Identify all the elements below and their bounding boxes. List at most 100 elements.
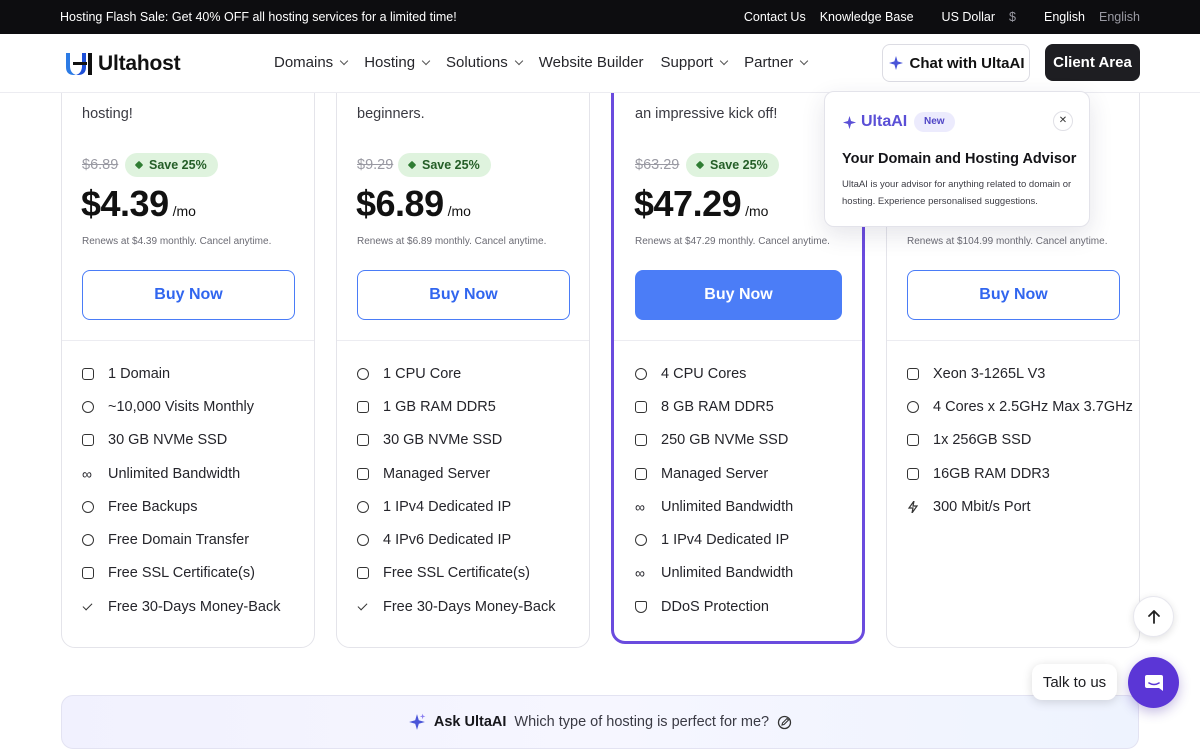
list-item: 1 IPv4 Dedicated IP [635,523,793,556]
domain-icon [82,367,94,380]
plan-card-2: beginners. $9.29 Save 25% $6.89/mo Renew… [336,60,590,648]
old-price: $9.29 [357,157,394,173]
cpu-icon [635,367,647,380]
list-item: Free Domain Transfer [82,523,280,556]
feature-text: Free Domain Transfer [108,532,250,549]
list-item: Free Backups [82,490,280,523]
list-item: 8 GB RAM DDR5 [635,390,793,423]
plan-tagline: beginners. [357,106,425,122]
nav-domains[interactable]: Domains [274,54,349,71]
chat-button-label: Chat with UltaAI [909,54,1025,72]
list-item: 1 GB RAM DDR5 [357,390,555,423]
feature-text: 250 GB NVMe SSD [661,432,789,449]
feature-text: 30 GB NVMe SSD [108,432,228,449]
price: $4.39/mo [81,183,196,225]
feature-text: Unlimited Bandwidth [661,498,794,515]
list-item: 1 CPU Core [357,357,555,390]
nav-label: Partner [744,54,794,71]
list-item: 16GB RAM DDR3 [907,457,1133,490]
old-price: $6.89 [82,157,119,173]
list-item: 4 CPU Cores [635,357,793,390]
talk-to-us-button[interactable]: Talk to us [1032,664,1117,700]
popup-heading: Your Domain and Hosting Advisor [842,151,1077,167]
ssd-icon [635,434,647,447]
ssd-icon [357,434,369,447]
chat-bubble-icon [1144,674,1163,691]
feature-text: Free Backups [108,498,198,515]
tools-icon [357,467,369,480]
renew-note: Renews at $47.29 monthly. Cancel anytime… [635,236,830,247]
renew-note: Renews at $4.39 monthly. Cancel anytime. [82,236,272,247]
top-links: Contact Us Knowledge Base US Dollar $ Eng… [730,10,1140,24]
list-item: Free SSL Certificate(s) [82,557,280,590]
divider [887,340,1139,341]
logo-mark-icon [66,53,92,75]
list-item: Managed Server [635,457,793,490]
list-item: 1 Domain [82,357,280,390]
new-badge: New [914,112,955,132]
feature-text: Unlimited Bandwidth [661,565,794,582]
sparkle-icon [842,115,857,129]
ask-label: Ask UltaAI [433,714,507,730]
main-header: Ultahost Domains Hosting Solutions Websi… [0,34,1200,93]
shield-icon [635,600,647,613]
cpu-icon [907,400,919,413]
feature-text: 16GB RAM DDR3 [933,465,1050,482]
ram-icon [907,467,919,480]
buy-now-button[interactable]: Buy Now [357,270,570,320]
chat-launcher-button[interactable] [1128,657,1179,708]
price: $6.89/mo [356,183,471,225]
logo[interactable]: Ultahost [64,51,181,77]
currency-selector[interactable]: US Dollar $ [928,10,1016,24]
feature-text: Managed Server [383,465,491,482]
list-item: 4 IPv6 Dedicated IP [357,523,555,556]
knowledge-base-link[interactable]: Knowledge Base [820,10,914,24]
feature-text: Free 30-Days Money-Back [383,598,556,615]
cloud-backup-icon [82,500,94,513]
list-item: Free SSL Certificate(s) [357,557,555,590]
close-icon[interactable]: ✕ [1053,111,1073,131]
feature-text: 300 Mbit/s Port [933,498,1031,515]
scroll-to-top-button[interactable] [1133,596,1174,637]
feature-text: 1x 256GB SSD [933,432,1032,449]
feature-text: Free SSL Certificate(s) [108,565,255,582]
price-period: /mo [172,203,196,219]
nav-label: Support [660,54,714,71]
transfer-icon [82,534,94,547]
nav-support[interactable]: Support [660,54,729,71]
ip-icon [635,534,647,547]
list-item: ~10,000 Visits Monthly [82,390,280,423]
processor-icon [907,367,919,380]
nav-partner[interactable]: Partner [744,54,809,71]
buy-now-button[interactable]: Buy Now [635,270,842,320]
save-badge: Save 25% [686,153,779,177]
feature-text: Unlimited Bandwidth [108,465,241,482]
feature-text: 1 IPv4 Dedicated IP [661,532,790,549]
ask-question: Which type of hosting is perfect for me? [514,714,770,730]
plan-tagline: hosting! [82,106,133,122]
contact-link[interactable]: Contact Us [744,10,806,24]
edit-icon[interactable] [777,715,792,730]
divider [337,340,589,341]
nav-hosting[interactable]: Hosting [364,54,431,71]
chevron-down-icon [719,56,729,65]
list-item: 300 Mbit/s Port [907,490,1133,523]
nav-website-builder[interactable]: Website Builder [539,54,644,71]
buy-now-button[interactable]: Buy Now [82,270,295,320]
nav-label: Website Builder [538,54,644,71]
client-area-button[interactable]: Client Area [1045,44,1140,81]
feature-text: 1 GB RAM DDR5 [383,398,496,415]
feature-list: Xeon 3-1265L V3 4 Cores x 2.5GHz Max 3.7… [907,357,1133,523]
feature-text: DDoS Protection [661,598,769,615]
language-selector[interactable]: English English [1030,10,1140,24]
price-period: /mo [447,203,471,219]
chevron-down-icon [339,56,349,65]
ask-ultaai-bar[interactable]: Ask UltaAI Which type of hosting is perf… [61,695,1139,749]
chat-with-ultaai-button[interactable]: Chat with UltaAI [882,44,1030,82]
list-item: ∞ Unlimited Bandwidth [635,557,793,590]
buy-now-button[interactable]: Buy Now [907,270,1120,320]
ram-icon [357,400,369,413]
nav-solutions[interactable]: Solutions [446,54,524,71]
ultaai-brand: UltaAI [842,113,907,131]
feature-list: 1 CPU Core 1 GB RAM DDR5 30 GB NVMe SSD … [357,357,555,623]
